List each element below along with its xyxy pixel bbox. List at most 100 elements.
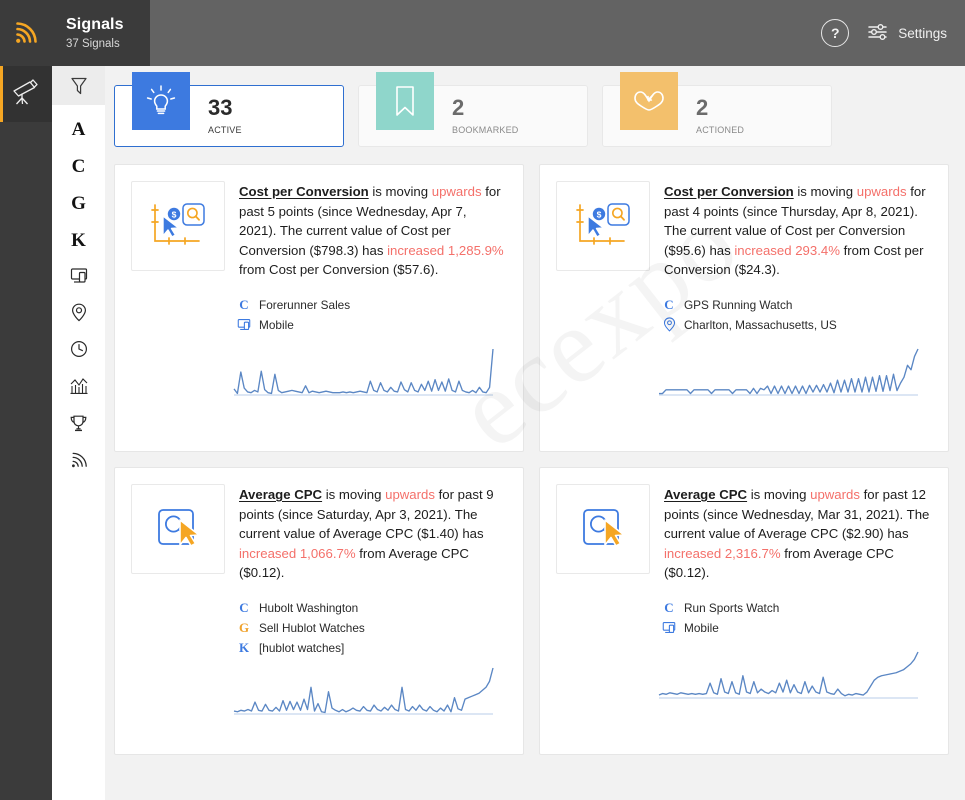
average-cpc-icon	[131, 484, 225, 574]
device-icon	[70, 267, 88, 289]
campaign-badge-icon: C	[239, 599, 249, 615]
signal-card[interactable]: $ Cost per Conversion is moving upwards …	[539, 164, 949, 452]
signal-description: Average CPC is moving upwards for past 9…	[239, 484, 507, 583]
device-icon	[662, 621, 676, 635]
filter-letter-g[interactable]: G	[52, 185, 105, 222]
sliders-icon	[867, 23, 889, 44]
stat-label: Active	[208, 121, 242, 136]
campaign-badge-icon: C	[239, 296, 249, 312]
signal-change: increased 1,066.7%	[239, 545, 356, 561]
signal-card[interactable]: Average CPC is moving upwards for past 9…	[114, 467, 524, 755]
settings-label: Settings	[898, 25, 947, 41]
sparkline-chart	[656, 648, 921, 716]
signal-text-1: is moving	[368, 184, 432, 199]
meta-label: Hubolt Washington	[259, 600, 359, 615]
filter-item-label: A	[71, 118, 86, 140]
clock-icon	[70, 340, 88, 363]
funnel-filter-icon[interactable]	[52, 66, 105, 105]
filter-signals[interactable]	[52, 444, 105, 481]
stat-label: Actioned	[696, 121, 745, 136]
signal-text-3: from Cost per Conversion ($57.6).	[239, 262, 439, 278]
signal-metric-name: Average CPC	[664, 487, 748, 502]
stat-card-text: 2 Actioned	[696, 95, 745, 137]
signal-meta-list: C Run Sports Watch Mobile	[662, 598, 932, 638]
signal-card-header: $ Cost per Conversion is moving upwards …	[131, 181, 507, 280]
rss-signal-icon	[13, 20, 39, 46]
signal-meta-list: C GPS Running Watch Charlton, Massachuse…	[662, 295, 932, 335]
signal-card-header: Average CPC is moving upwards for past 9…	[131, 484, 507, 583]
stat-card-text: 33 Active	[208, 94, 242, 137]
filter-location[interactable]	[52, 296, 105, 333]
signal-change: increased 293.4%	[734, 242, 840, 258]
signal-meta-list: C Hubolt Washington G Sell Hublot Watche…	[237, 598, 507, 658]
signal-card-header: Average CPC is moving upwards for past 1…	[556, 484, 932, 583]
meta-label: [hublot watches]	[259, 640, 345, 655]
trophy-icon	[69, 414, 88, 438]
signal-text-1: is moving	[322, 487, 386, 502]
top-header-bar: Signals 37 Signals ? Settings	[0, 0, 965, 66]
signal-text-1: is moving	[793, 184, 857, 199]
cost-per-conversion-icon: $	[556, 181, 650, 271]
filter-time[interactable]	[52, 333, 105, 370]
meta-row: C GPS Running Watch	[662, 295, 932, 315]
signal-card[interactable]: Average CPC is moving upwards for past 1…	[539, 467, 949, 755]
svg-text:$: $	[597, 210, 602, 220]
sparkline-chart	[231, 345, 496, 413]
signal-direction: upwards	[810, 487, 860, 502]
filter-letter-a[interactable]: A	[52, 111, 105, 148]
header-actions: ? Settings	[821, 0, 965, 66]
lightbulb-icon	[132, 72, 190, 130]
app-title: Signals	[66, 15, 124, 33]
meta-row: K [hublot watches]	[237, 638, 507, 658]
campaign-badge-icon: C	[664, 599, 674, 615]
meta-label: Mobile	[259, 317, 294, 332]
signal-description: Cost per Conversion is moving upwards fo…	[664, 181, 932, 280]
stat-card-active[interactable]: 33 Active	[114, 72, 344, 147]
meta-label: Sell Hublot Watches	[259, 620, 365, 635]
meta-row: G Sell Hublot Watches	[237, 618, 507, 638]
signal-change: increased 2,316.7%	[664, 545, 781, 561]
left-nav-rail	[0, 66, 52, 800]
nav-item-explore[interactable]	[0, 66, 52, 122]
svg-text:$: $	[172, 210, 177, 220]
signal-direction: upwards	[431, 184, 482, 199]
signal-direction: upwards	[385, 487, 435, 502]
signal-metric-name: Cost per Conversion	[239, 184, 369, 199]
signals-app: Signals 37 Signals ? Settings A C G K 33…	[0, 0, 965, 800]
device-icon	[237, 318, 251, 332]
filter-letter-k[interactable]: K	[52, 222, 105, 259]
meta-label: Run Sports Watch	[684, 600, 780, 615]
stat-card-bookmarked[interactable]: 2 Bookmarked	[358, 72, 588, 147]
stat-card-text: 2 Bookmarked	[452, 94, 519, 137]
meta-label: GPS Running Watch	[684, 297, 793, 312]
signal-cards-grid: $ Cost per Conversion is moving upwards …	[105, 147, 965, 755]
meta-row: Charlton, Massachusetts, US	[662, 315, 932, 335]
telescope-icon	[10, 77, 42, 112]
stat-label: Bookmarked	[452, 121, 519, 136]
stat-card-actioned[interactable]: 2 Actioned	[602, 72, 832, 147]
main-content: 33 Active 2 Bookmarked	[105, 66, 965, 800]
meta-row: Mobile	[237, 315, 507, 335]
meta-row: Mobile	[662, 618, 932, 638]
signal-card-header: $ Cost per Conversion is moving upwards …	[556, 181, 932, 280]
signal-status-filters: 33 Active 2 Bookmarked	[105, 66, 965, 147]
meta-label: Mobile	[684, 620, 719, 635]
settings-button[interactable]: Settings	[867, 23, 947, 44]
adgroup-badge-icon: G	[238, 619, 250, 635]
help-button[interactable]: ?	[821, 19, 850, 47]
signal-text-1: is moving	[747, 487, 811, 502]
filter-item-label: K	[71, 229, 86, 251]
bookmark-icon	[376, 72, 434, 130]
filter-letter-c[interactable]: C	[52, 148, 105, 185]
filter-metrics[interactable]	[52, 370, 105, 407]
bar-chart-icon	[69, 377, 89, 400]
filter-device[interactable]	[52, 259, 105, 296]
sparkline-chart	[656, 345, 921, 413]
stat-count: 2	[452, 94, 465, 120]
header-spacer	[150, 0, 821, 66]
signal-card[interactable]: $ Cost per Conversion is moving upwards …	[114, 164, 524, 452]
stat-count: 33	[208, 94, 233, 120]
filter-goals[interactable]	[52, 407, 105, 444]
brand-logo[interactable]	[0, 0, 52, 66]
signal-description: Cost per Conversion is moving upwards fo…	[239, 181, 507, 280]
